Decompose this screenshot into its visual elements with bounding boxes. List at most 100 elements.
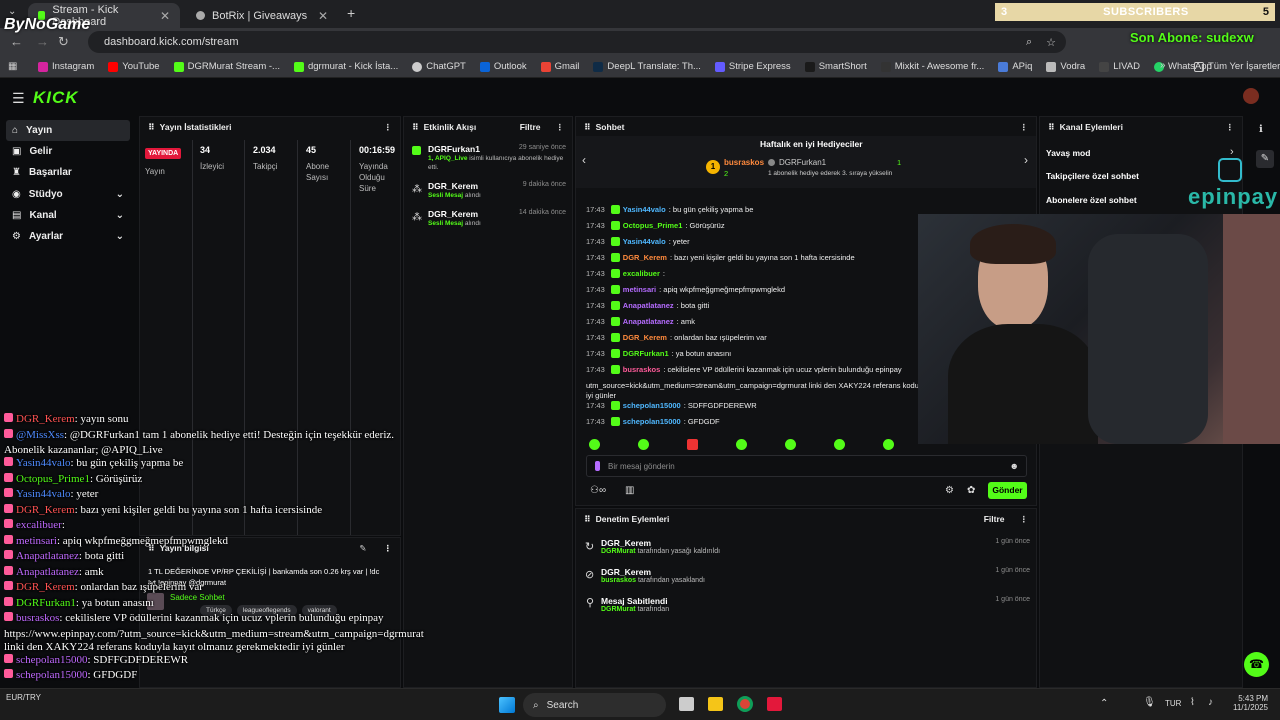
- chevron-left-icon[interactable]: ‹: [582, 153, 586, 167]
- all-bookmarks[interactable]: Tüm Yer İşaretleri: [1194, 61, 1280, 72]
- apps-grid-icon[interactable]: ▦: [8, 61, 17, 72]
- more-icon[interactable]: ⋮: [384, 122, 393, 133]
- back-icon[interactable]: ←: [10, 34, 23, 49]
- bookmark-item[interactable]: Outlook: [479, 61, 527, 72]
- chevron-right-icon[interactable]: »: [1160, 60, 1166, 71]
- forward-icon[interactable]: →: [36, 34, 49, 49]
- emote-icon[interactable]: [589, 439, 600, 450]
- chat-username[interactable]: busraskos: [623, 365, 661, 374]
- bookmark-item[interactable]: ChatGPT: [412, 61, 466, 72]
- app-icon[interactable]: [767, 697, 782, 711]
- wifi-icon[interactable]: ⌇: [1190, 697, 1195, 708]
- reload-icon[interactable]: ↻: [58, 34, 69, 50]
- hamburger-menu-icon[interactable]: ☰: [12, 90, 25, 107]
- chat-username[interactable]: DGR_Kerem: [623, 253, 667, 262]
- chat-input[interactable]: Bir mesaj gönderin ☻: [586, 455, 1027, 477]
- drag-handle-icon[interactable]: ⠿: [148, 122, 155, 133]
- sidebar-item-studyo[interactable]: ◉ Stüdyo ⌄: [6, 184, 130, 205]
- chat-username[interactable]: Yasin44valo: [623, 237, 666, 246]
- filter-button[interactable]: Filtre: [984, 514, 1005, 524]
- drag-handle-icon[interactable]: ⠿: [584, 122, 591, 133]
- chrome-icon[interactable]: [737, 696, 753, 712]
- more-icon[interactable]: ⋮: [384, 543, 393, 554]
- kick-logo[interactable]: KICK: [33, 88, 79, 108]
- chat-username[interactable]: excalibuer: [623, 269, 660, 278]
- bookmark-item[interactable]: LIVAD: [1099, 61, 1140, 72]
- language-indicator[interactable]: TUR: [1165, 699, 1181, 708]
- chat-username[interactable]: metinsari: [623, 285, 656, 294]
- slow-mode-toggle[interactable]: Yavaş mod: [1046, 148, 1090, 158]
- sidebar-item-gelir[interactable]: ▣ Gelir: [6, 141, 130, 162]
- sidebar-item-ayarlar[interactable]: ⚙ Ayarlar ⌄: [6, 226, 130, 247]
- emote-icon[interactable]: [785, 439, 796, 450]
- edit-icon[interactable]: ✎: [1256, 150, 1274, 168]
- drag-handle-icon[interactable]: ⠿: [412, 122, 419, 133]
- bookmark-item[interactable]: DeepL Translate: Th...: [593, 61, 701, 72]
- bookmark-item[interactable]: Vodra: [1046, 61, 1085, 72]
- zoom-icon[interactable]: ⌕: [1026, 36, 1032, 49]
- drag-handle-icon[interactable]: ⠿: [584, 514, 591, 525]
- bookmark-item[interactable]: Mixkit - Awesome fr...: [880, 61, 984, 72]
- windows-start-icon[interactable]: [499, 697, 515, 713]
- volume-icon[interactable]: ♪: [1208, 697, 1213, 708]
- send-button[interactable]: Gönder: [988, 482, 1027, 499]
- chevron-up-icon[interactable]: ⌃: [1100, 698, 1108, 709]
- emote-icon[interactable]: [736, 439, 747, 450]
- new-tab-icon[interactable]: +: [347, 5, 355, 21]
- close-icon[interactable]: ✕: [160, 9, 170, 23]
- clock[interactable]: 5:43 PM 11/1/2025: [1228, 694, 1268, 712]
- bookmark-item[interactable]: Gmail: [540, 61, 579, 72]
- tab-botrix[interactable]: BotRix | Giveaways ✕: [186, 3, 338, 28]
- task-view-icon[interactable]: [679, 697, 694, 711]
- subs-only-toggle[interactable]: Abonelere özel sohbet: [1046, 195, 1137, 205]
- star-icon[interactable]: ☆: [1046, 36, 1056, 49]
- chevron-right-icon[interactable]: ›: [1230, 146, 1234, 158]
- chat-username[interactable]: Octopus_Prime1: [623, 221, 683, 230]
- bookmark-item[interactable]: SmartShort: [804, 61, 867, 72]
- bookmark-item[interactable]: dgrmurat - Kick İsta...: [293, 61, 398, 72]
- more-icon[interactable]: ⋮: [1020, 122, 1029, 133]
- bookmark-item[interactable]: Stripe Express: [714, 61, 791, 72]
- chat-username[interactable]: Anapatlatanez: [623, 317, 674, 326]
- bookmark-item[interactable]: YouTube: [108, 61, 160, 72]
- gear-icon[interactable]: ⚙: [945, 485, 954, 496]
- badge-icon: [610, 401, 620, 410]
- info-icon[interactable]: ℹ: [1259, 124, 1263, 135]
- chat-tools-icon[interactable]: ⚇∞: [590, 485, 606, 496]
- drag-handle-icon[interactable]: ⠿: [1048, 122, 1055, 133]
- streamer-hair: [970, 224, 1056, 264]
- sidebar-item-yayin[interactable]: ⌂ Yayın: [6, 120, 130, 141]
- store-icon[interactable]: ▥: [625, 485, 634, 496]
- chat-username[interactable]: DGR_Kerem: [623, 333, 667, 342]
- emote-icon[interactable]: [687, 439, 698, 450]
- chat-username[interactable]: Yasin44valo: [623, 205, 666, 214]
- emote-icon[interactable]: [638, 439, 649, 450]
- followers-only-toggle[interactable]: Takipçilere özel sohbet: [1046, 171, 1139, 181]
- mic-icon[interactable]: 🎙: [1143, 697, 1156, 708]
- emote-icon[interactable]: [834, 439, 845, 450]
- chat-username[interactable]: DGRFurkan1: [623, 349, 669, 358]
- file-explorer-icon[interactable]: [708, 697, 723, 711]
- bookmark-item[interactable]: APiq: [998, 61, 1032, 72]
- chat-username[interactable]: Anapatlatanez: [623, 301, 674, 310]
- more-icon[interactable]: ⋮: [1020, 514, 1029, 525]
- close-icon[interactable]: ✕: [318, 9, 328, 23]
- taskbar-search[interactable]: ⌕ Search: [523, 693, 666, 717]
- edit-icon[interactable]: ✎: [359, 543, 366, 554]
- more-icon[interactable]: ⋮: [556, 122, 565, 133]
- avatar[interactable]: [1243, 88, 1259, 104]
- chat-username[interactable]: schepolan15000: [623, 401, 681, 410]
- sidebar-item-kanal[interactable]: ▤ Kanal ⌄: [6, 205, 130, 226]
- bookmark-item[interactable]: DGRMurat Stream -...: [173, 61, 280, 72]
- support-chat-button[interactable]: ☎: [1244, 652, 1269, 677]
- bookmark-item[interactable]: Instagram: [38, 61, 94, 72]
- filter-button[interactable]: Filtre: [520, 122, 541, 132]
- emoji-icon[interactable]: ☻: [1010, 461, 1019, 471]
- bot-icon[interactable]: ✿: [967, 485, 975, 496]
- emote-icon[interactable]: [883, 439, 894, 450]
- sidebar-item-basarilar[interactable]: ♜ Başarılar: [6, 162, 130, 183]
- chat-username[interactable]: schepolan15000: [623, 417, 681, 426]
- chevron-right-icon[interactable]: ›: [1024, 153, 1028, 167]
- url-bar[interactable]: dashboard.kick.com/stream ⌕ ☆: [88, 31, 1066, 53]
- more-icon[interactable]: ⋮: [1226, 122, 1235, 133]
